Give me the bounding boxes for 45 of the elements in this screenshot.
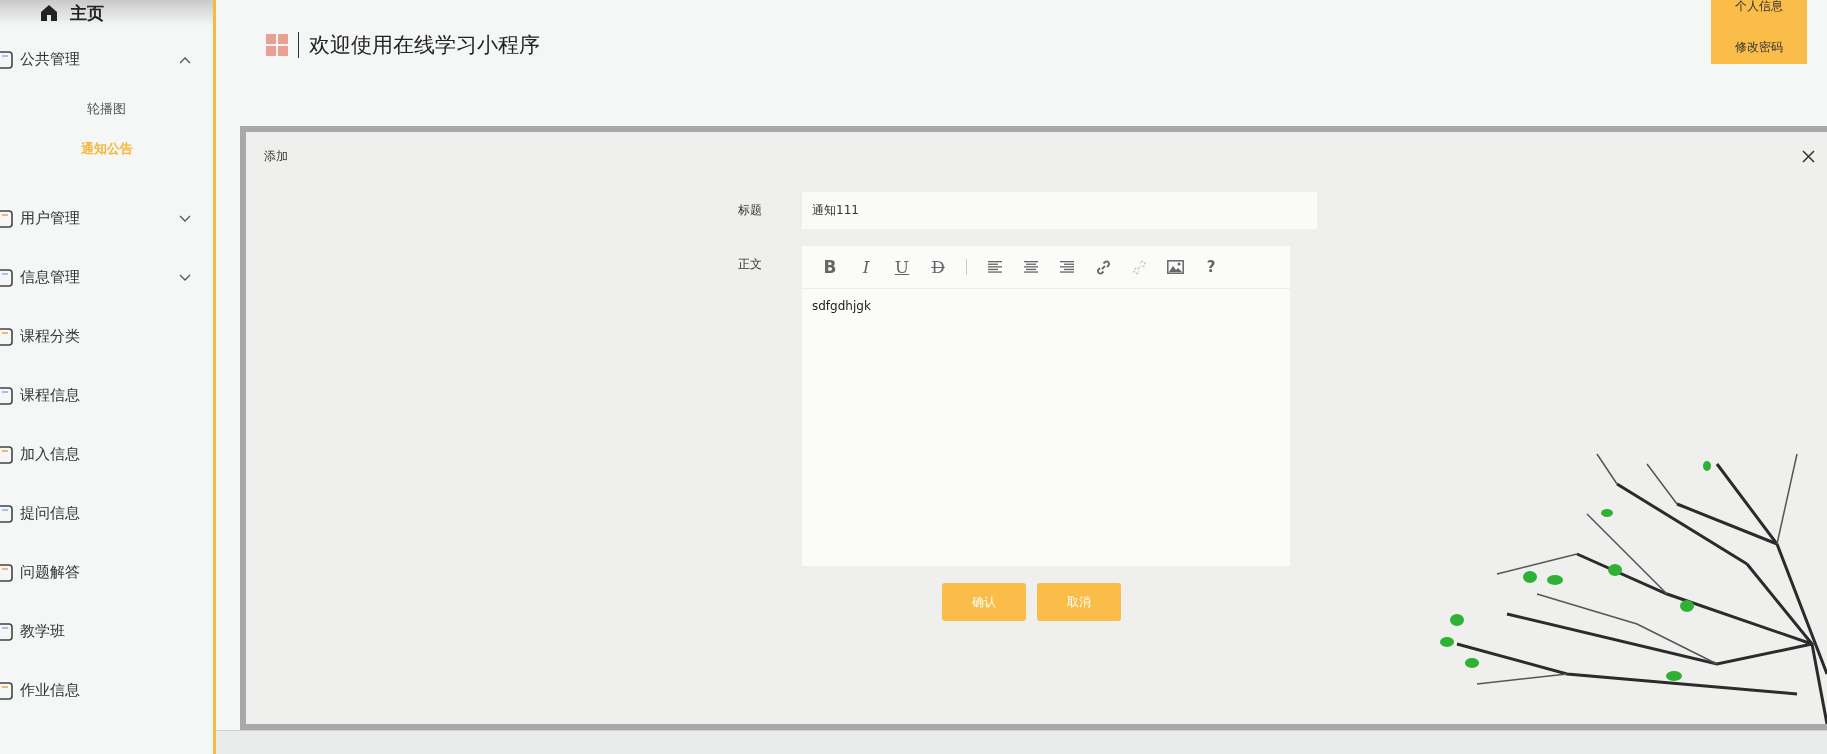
align-left-icon	[988, 260, 1002, 274]
input-field[interactable]: 通知111	[802, 192, 1317, 229]
field-label: 正文	[738, 256, 763, 273]
home-link[interactable]: 主页	[70, 1, 104, 25]
underline-button[interactable]: U	[884, 252, 920, 282]
user-menu-item[interactable]: 修改密码	[1735, 30, 1783, 64]
grid-icon	[266, 34, 288, 56]
menu-icon	[0, 563, 14, 582]
editor-text: sdfgdhjgk	[811, 298, 872, 315]
image-icon	[1166, 260, 1184, 274]
sidebar-item[interactable]: 用户管理	[0, 189, 213, 248]
align-right-icon	[1060, 260, 1074, 274]
sidebar-item[interactable]: 作业信息	[0, 661, 213, 720]
user-menu-item[interactable]: 个人信息	[1735, 0, 1783, 30]
menu-icon	[0, 327, 14, 346]
menu-icon	[0, 681, 14, 700]
italic-button[interactable]: I	[848, 252, 884, 282]
dialog-title: 添加	[264, 147, 288, 165]
broken-link-icon	[1131, 259, 1147, 275]
sidebar-item[interactable]: 教学班	[0, 602, 213, 661]
submenu-item[interactable]: 轮播图	[87, 89, 126, 129]
field-label: 标题	[738, 202, 763, 219]
bold-button[interactable]: B	[812, 252, 848, 282]
rich-text-editor[interactable]: B I U D ? sdfgdhjgk	[802, 246, 1290, 566]
sidebar-item[interactable]: 加入信息	[0, 425, 213, 484]
menu-icon	[0, 209, 14, 228]
menu-icon	[0, 386, 14, 405]
sidebar-item[interactable]: 课程分类	[0, 307, 213, 366]
home-icon	[40, 4, 58, 22]
link-icon	[1095, 259, 1111, 275]
menu-icon	[0, 445, 14, 464]
strike-button[interactable]: D	[920, 252, 956, 282]
menu-icon	[0, 504, 14, 523]
sidebar-item[interactable]: 课程信息	[0, 366, 213, 425]
sidebar-item[interactable]: 提问信息	[0, 484, 213, 543]
sidebar-item[interactable]: 信息管理	[0, 248, 213, 307]
close-icon	[1802, 150, 1815, 163]
sidebar-item[interactable]: 公共管理	[0, 30, 213, 89]
help-button[interactable]: ?	[1193, 252, 1229, 282]
page-title: 欢迎使用在线学习小程序	[309, 32, 540, 58]
menu-icon	[0, 50, 14, 69]
menu-icon	[0, 268, 14, 287]
sidebar-item[interactable]: 问题解答	[0, 543, 213, 602]
menu-icon	[0, 622, 14, 641]
align-center-icon	[1024, 260, 1038, 274]
